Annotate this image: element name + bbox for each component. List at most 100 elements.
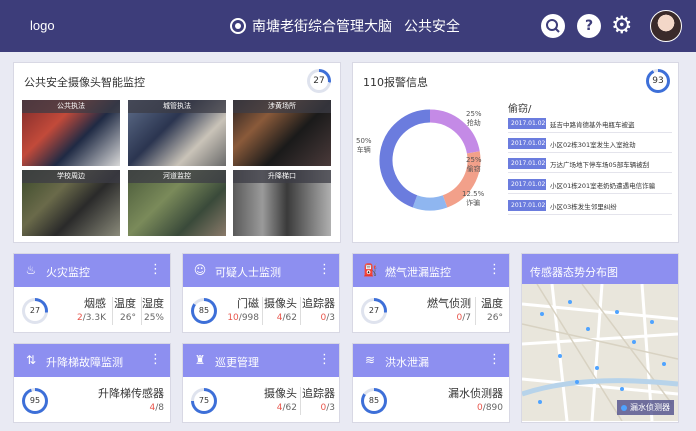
camera-count-badge: 27 (307, 69, 331, 93)
stat-total: 25% (143, 313, 164, 323)
donut-label-theft: 25% 偷窃 (466, 156, 482, 174)
divider (300, 387, 301, 415)
camera-feed-vice-venues[interactable]: 涉黄场所 (233, 100, 331, 166)
robbery-label: 抢劫 (466, 119, 481, 127)
camera-label: 公共执法 (22, 100, 120, 113)
card-title: 火灾监控 (46, 266, 90, 279)
card-header: ≋ 洪水泄漏 ⋮ (353, 344, 509, 377)
person-icon: ☺ (193, 263, 207, 277)
stat-total: /3 (326, 313, 335, 323)
feed-text: 小区02栋301室发生入室抢劫 (550, 140, 636, 149)
stat-label: 湿度 (142, 297, 164, 310)
legend-dot (621, 404, 627, 411)
gauge-value: 85 (368, 396, 380, 405)
patrol-management-card[interactable]: ♜ 巡更管理 ⋮ 75 摄像头 4/62 追踪器 0/3 (182, 343, 340, 423)
alarm-feed-row[interactable]: 2017.01.02 小区03栋发生邻里纠纷 (508, 200, 672, 215)
stat-humidity: 湿度 25% (142, 295, 164, 323)
donut-label-fraud: 12.5% 诈骗 (462, 190, 484, 208)
card-header: 传感器态势分布图 (522, 254, 678, 287)
stat-total: /998 (238, 313, 259, 323)
alarm-feed-row[interactable]: 2017.01.02 小区01栋201室老奶奶遭遇电信诈骗 (508, 179, 673, 194)
gauge-value: 27 (368, 306, 380, 315)
search-button[interactable] (541, 14, 565, 38)
feed-text: 万达广场地下停车场05部车辆被刮 (550, 160, 650, 169)
map-legend: 漏水侦测器 (617, 400, 674, 415)
feed-text: 延吉中路肯德基外电瓶车被盗 (550, 120, 635, 129)
sensor-map[interactable]: 漏水侦测器 (522, 284, 678, 421)
card-title: 传感器态势分布图 (530, 266, 618, 279)
stat-temperature: 温度 26° (114, 295, 136, 323)
card-header: ☺ 可疑人士监测 ⋮ (183, 254, 339, 287)
top-header: logo 南塘老街综合管理大脑 公共安全 ? ⚙ (0, 0, 696, 52)
card-header: ⛽ 燃气泄漏监控 ⋮ (353, 254, 509, 287)
robbery-pct: 25% (466, 110, 482, 118)
elevator-icon: ⇅ (25, 353, 37, 367)
gauge: 27 (22, 298, 48, 324)
donut-label-vehicle: 50% 车辆 (356, 137, 372, 155)
page-subtitle: 公共安全 (404, 19, 460, 35)
card-header: ♜ 巡更管理 ⋮ (183, 344, 339, 377)
avatar[interactable] (650, 10, 682, 42)
card-header: ♨ 火灾监控 ⋮ (14, 254, 170, 287)
feed-date: 2017.01.02 (508, 200, 546, 211)
feed-date: 2017.01.02 (508, 118, 546, 129)
stat-label: 升降梯传感器 (98, 387, 164, 400)
alarm-count-badge: 93 (646, 69, 670, 93)
camera-feed-law-enforcement[interactable]: 公共执法 (22, 100, 120, 166)
stat-label: 烟感 (84, 297, 106, 310)
alarm-feed-row[interactable]: 2017.01.02 延吉中路肯德基外电瓶车被盗 (508, 118, 672, 133)
stat-label: 追踪器 (302, 297, 335, 310)
stat-total: 26° (120, 313, 136, 323)
donut-slice-诈骗[interactable] (412, 195, 448, 211)
alarm-feed-row[interactable]: 2017.01.02 万达广场地下停车场05部车辆被刮 (508, 158, 673, 173)
legend-label: 漏水侦测器 (630, 403, 670, 412)
alarm-count-value: 93 (652, 76, 664, 86)
camera-feed-river[interactable]: 河道监控 (128, 170, 226, 236)
alarm-feed-row[interactable]: 2017.01.02 小区02栋301室发生入室抢劫 (508, 138, 672, 153)
camera-label: 城管执法 (128, 100, 226, 113)
more-menu-icon[interactable]: ⋮ (149, 351, 162, 369)
card-title: 燃气泄漏监控 (385, 266, 451, 279)
stat-total: /890 (482, 403, 503, 413)
logo[interactable]: logo (30, 18, 55, 33)
stat-total: /3 (326, 403, 335, 413)
camera-feed-city-management[interactable]: 城管执法 (128, 100, 226, 166)
more-menu-icon[interactable]: ⋮ (149, 261, 162, 279)
card-title: 巡更管理 (215, 356, 259, 369)
camera-label: 学校周边 (22, 170, 120, 183)
alarm-feed-title: 偷窃/ (508, 104, 532, 115)
gauge: 85 (191, 298, 217, 324)
stat-label: 漏水侦测器 (448, 387, 503, 400)
flood-leak-card[interactable]: ≋ 洪水泄漏 ⋮ 85 漏水侦测器 0/890 (352, 343, 510, 423)
more-menu-icon[interactable]: ⋮ (318, 261, 331, 279)
fire-monitor-card[interactable]: ♨ 火灾监控 ⋮ 27 烟感 2/3.3K 温度 26° 湿度 25% (13, 253, 171, 333)
help-button[interactable]: ? (577, 14, 601, 38)
vehicle-pct: 50% (356, 137, 372, 145)
card-title: 可疑人士监测 (215, 266, 281, 279)
fraud-label: 诈骗 (466, 199, 481, 207)
stat-tracker: 追踪器 0/3 (302, 385, 335, 413)
gauge-value: 75 (198, 396, 210, 405)
more-menu-icon[interactable]: ⋮ (318, 351, 331, 369)
more-menu-icon[interactable]: ⋮ (488, 351, 501, 369)
camera-feed-school-area[interactable]: 学校周边 (22, 170, 120, 236)
donut-slice-车辆[interactable] (379, 109, 431, 208)
gauge: 85 (361, 388, 387, 414)
divider (475, 297, 476, 325)
suspicious-person-card[interactable]: ☺ 可疑人士监测 ⋮ 85 门磁 10/998 摄像头 4/62 追踪器 0/3 (182, 253, 340, 333)
theft-label: 偷窃 (466, 165, 481, 173)
stat-label: 摄像头 (264, 387, 297, 400)
fraud-pct: 12.5% (462, 190, 485, 198)
camera-count-value: 27 (313, 76, 325, 86)
stat-label: 门磁 (237, 297, 259, 310)
feed-date: 2017.01.02 (508, 179, 546, 190)
elevator-fault-card[interactable]: ⇅ 升降梯故障监测 ⋮ 95 升降梯传感器 4/8 (13, 343, 171, 423)
search-icon (546, 19, 560, 33)
gas-leak-card[interactable]: ⛽ 燃气泄漏监控 ⋮ 27 燃气侦测 0/7 温度 26° (352, 253, 510, 333)
camera-feed-elevator[interactable]: 升降梯口 (233, 170, 331, 236)
patrol-icon: ♜ (194, 353, 206, 367)
gear-icon[interactable]: ⚙ (611, 12, 633, 38)
more-menu-icon[interactable]: ⋮ (488, 261, 501, 279)
page-title: 南塘老街综合管理大脑 (252, 19, 392, 35)
feed-date: 2017.01.02 (508, 158, 546, 169)
